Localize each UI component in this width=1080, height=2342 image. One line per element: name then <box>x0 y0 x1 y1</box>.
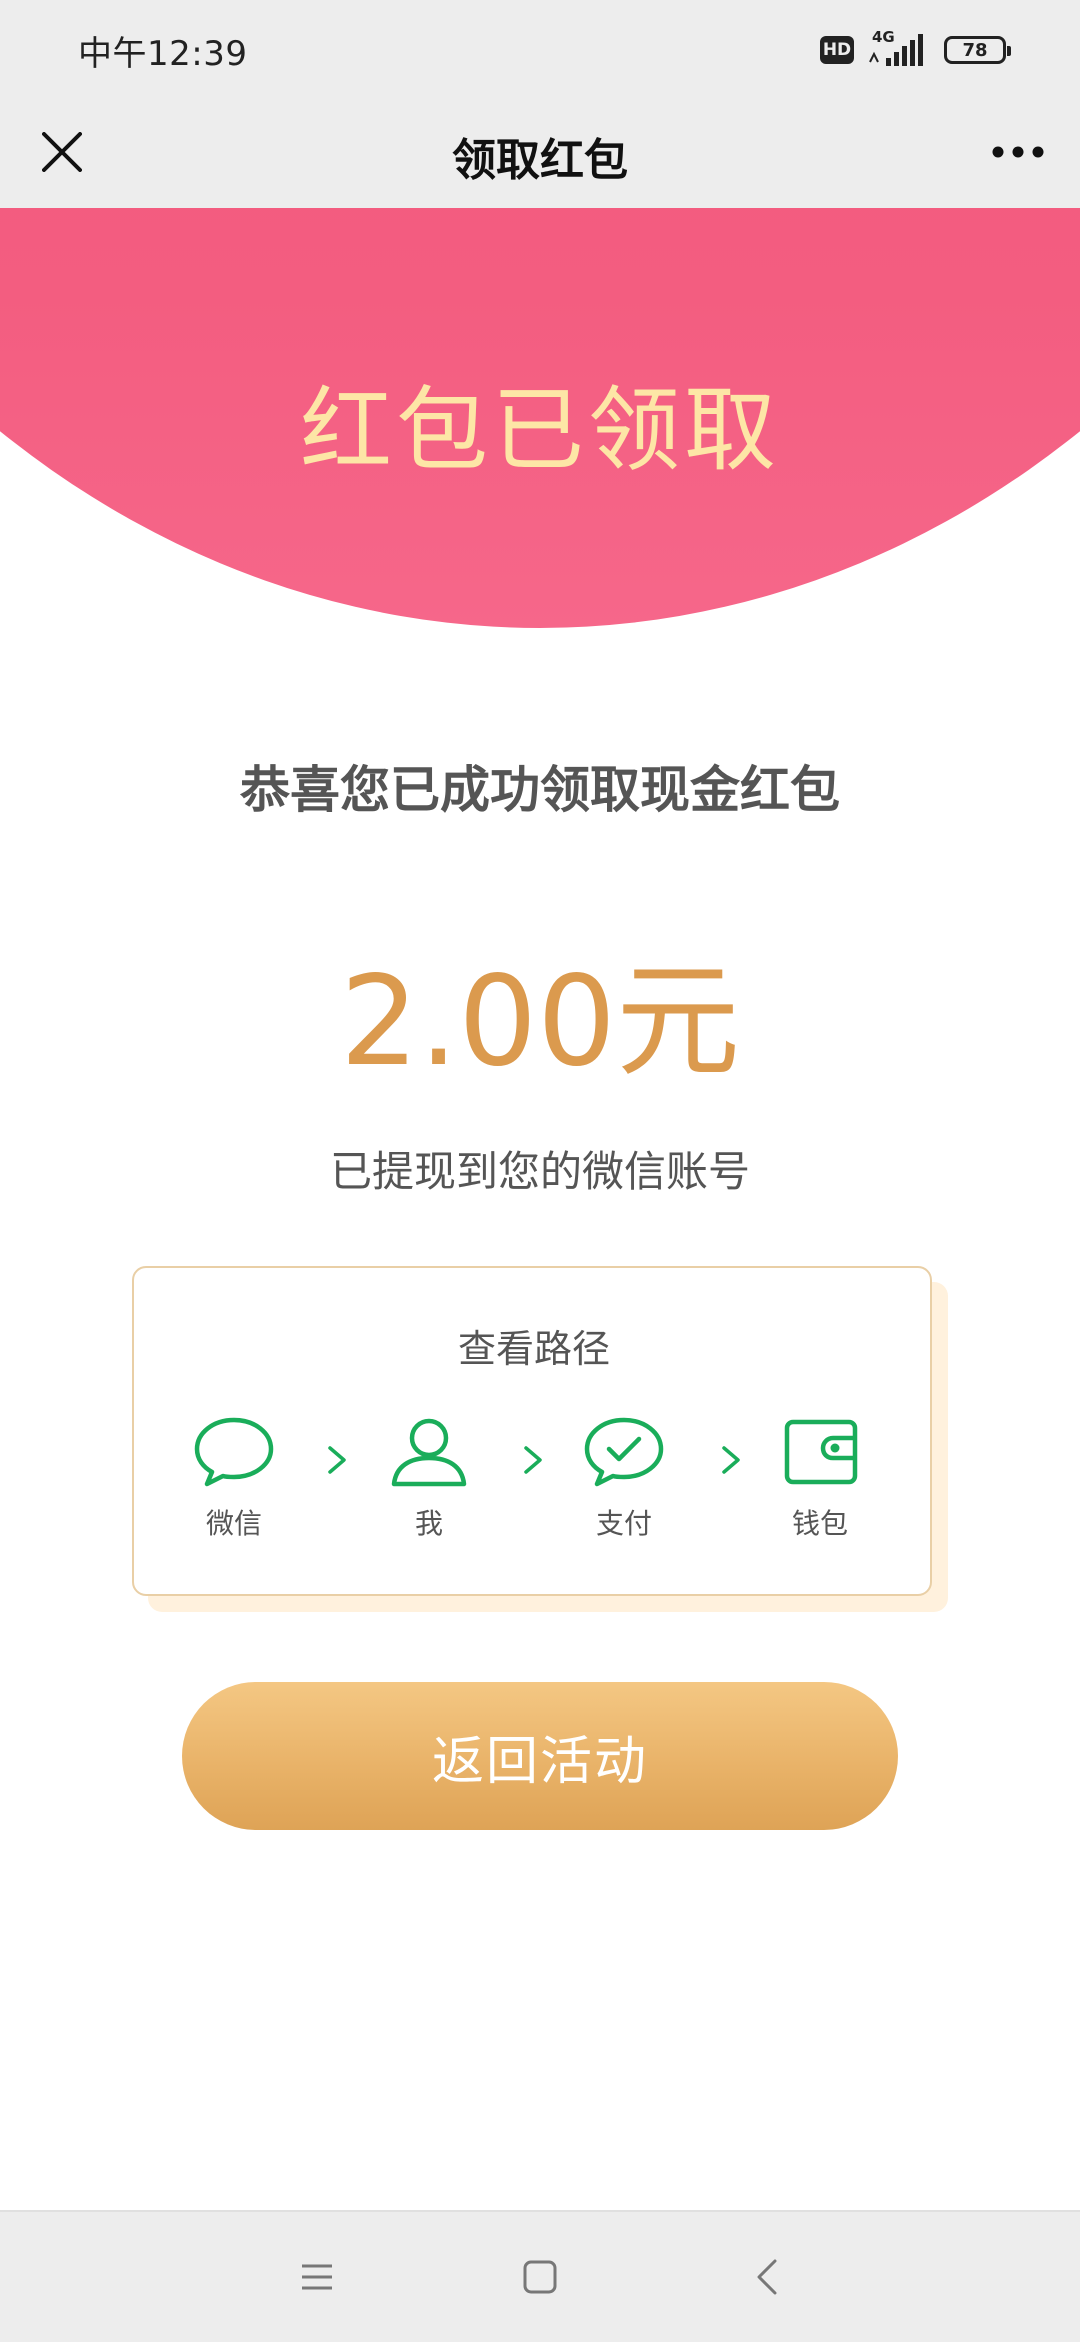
page-title: 领取红包 <box>452 135 628 186</box>
step-label: 支付 <box>595 1507 652 1540</box>
back-chevron-icon <box>757 2259 777 2295</box>
path-card: 查看路径 微信 我 支付 钱包 <box>132 1266 932 1596</box>
status-indicators: HD 4G 78 <box>820 28 1011 70</box>
banner: 红包已领取 <box>0 208 1080 628</box>
path-step-wallet: 钱包 <box>760 1414 880 1564</box>
system-nav-bar <box>0 2210 1080 2342</box>
step-label: 我 <box>414 1507 443 1540</box>
hd-badge: HD <box>820 36 854 64</box>
wallet-icon <box>784 1419 858 1485</box>
path-step-me: 我 <box>369 1414 489 1564</box>
step-label: 微信 <box>205 1507 262 1540</box>
battery-level: 78 <box>962 39 988 61</box>
person-icon <box>391 1418 467 1487</box>
banner-title: 红包已领取 <box>299 377 780 484</box>
more-dots-icon <box>992 146 1044 158</box>
network-type: 4G <box>872 28 895 46</box>
chevron-right-icon <box>524 1446 542 1474</box>
path-title: 查看路径 <box>457 1327 610 1371</box>
pay-check-icon <box>584 1417 664 1487</box>
home-square-icon <box>523 2260 557 2294</box>
chat-bubble-icon <box>194 1417 274 1487</box>
home-button[interactable] <box>505 2242 575 2312</box>
withdraw-note: 已提现到您的微信账号 <box>329 1147 750 1196</box>
signal-icon: 4G <box>868 28 930 68</box>
chevron-right-icon <box>328 1446 346 1474</box>
back-button[interactable] <box>732 2242 802 2312</box>
step-label: 钱包 <box>791 1507 848 1540</box>
status-time: 中午12:39 <box>78 34 248 74</box>
amount-value: 2.00元 <box>339 950 741 1094</box>
more-button[interactable] <box>984 118 1052 186</box>
path-step-wechat: 微信 <box>174 1414 294 1564</box>
congrats-text: 恭喜您已成功领取现金红包 <box>240 761 840 819</box>
nav-bar: 领取红包 <box>0 96 1080 208</box>
menu-lines-icon <box>302 2264 332 2290</box>
battery-icon: 78 <box>944 36 1011 64</box>
chevron-right-icon <box>722 1446 740 1474</box>
path-step-pay: 支付 <box>564 1414 684 1564</box>
return-activity-button[interactable]: 返回活动 <box>182 1682 898 1830</box>
menu-button[interactable] <box>282 2242 352 2312</box>
status-bar: 中午12:39 HD 4G 78 <box>0 0 1080 96</box>
